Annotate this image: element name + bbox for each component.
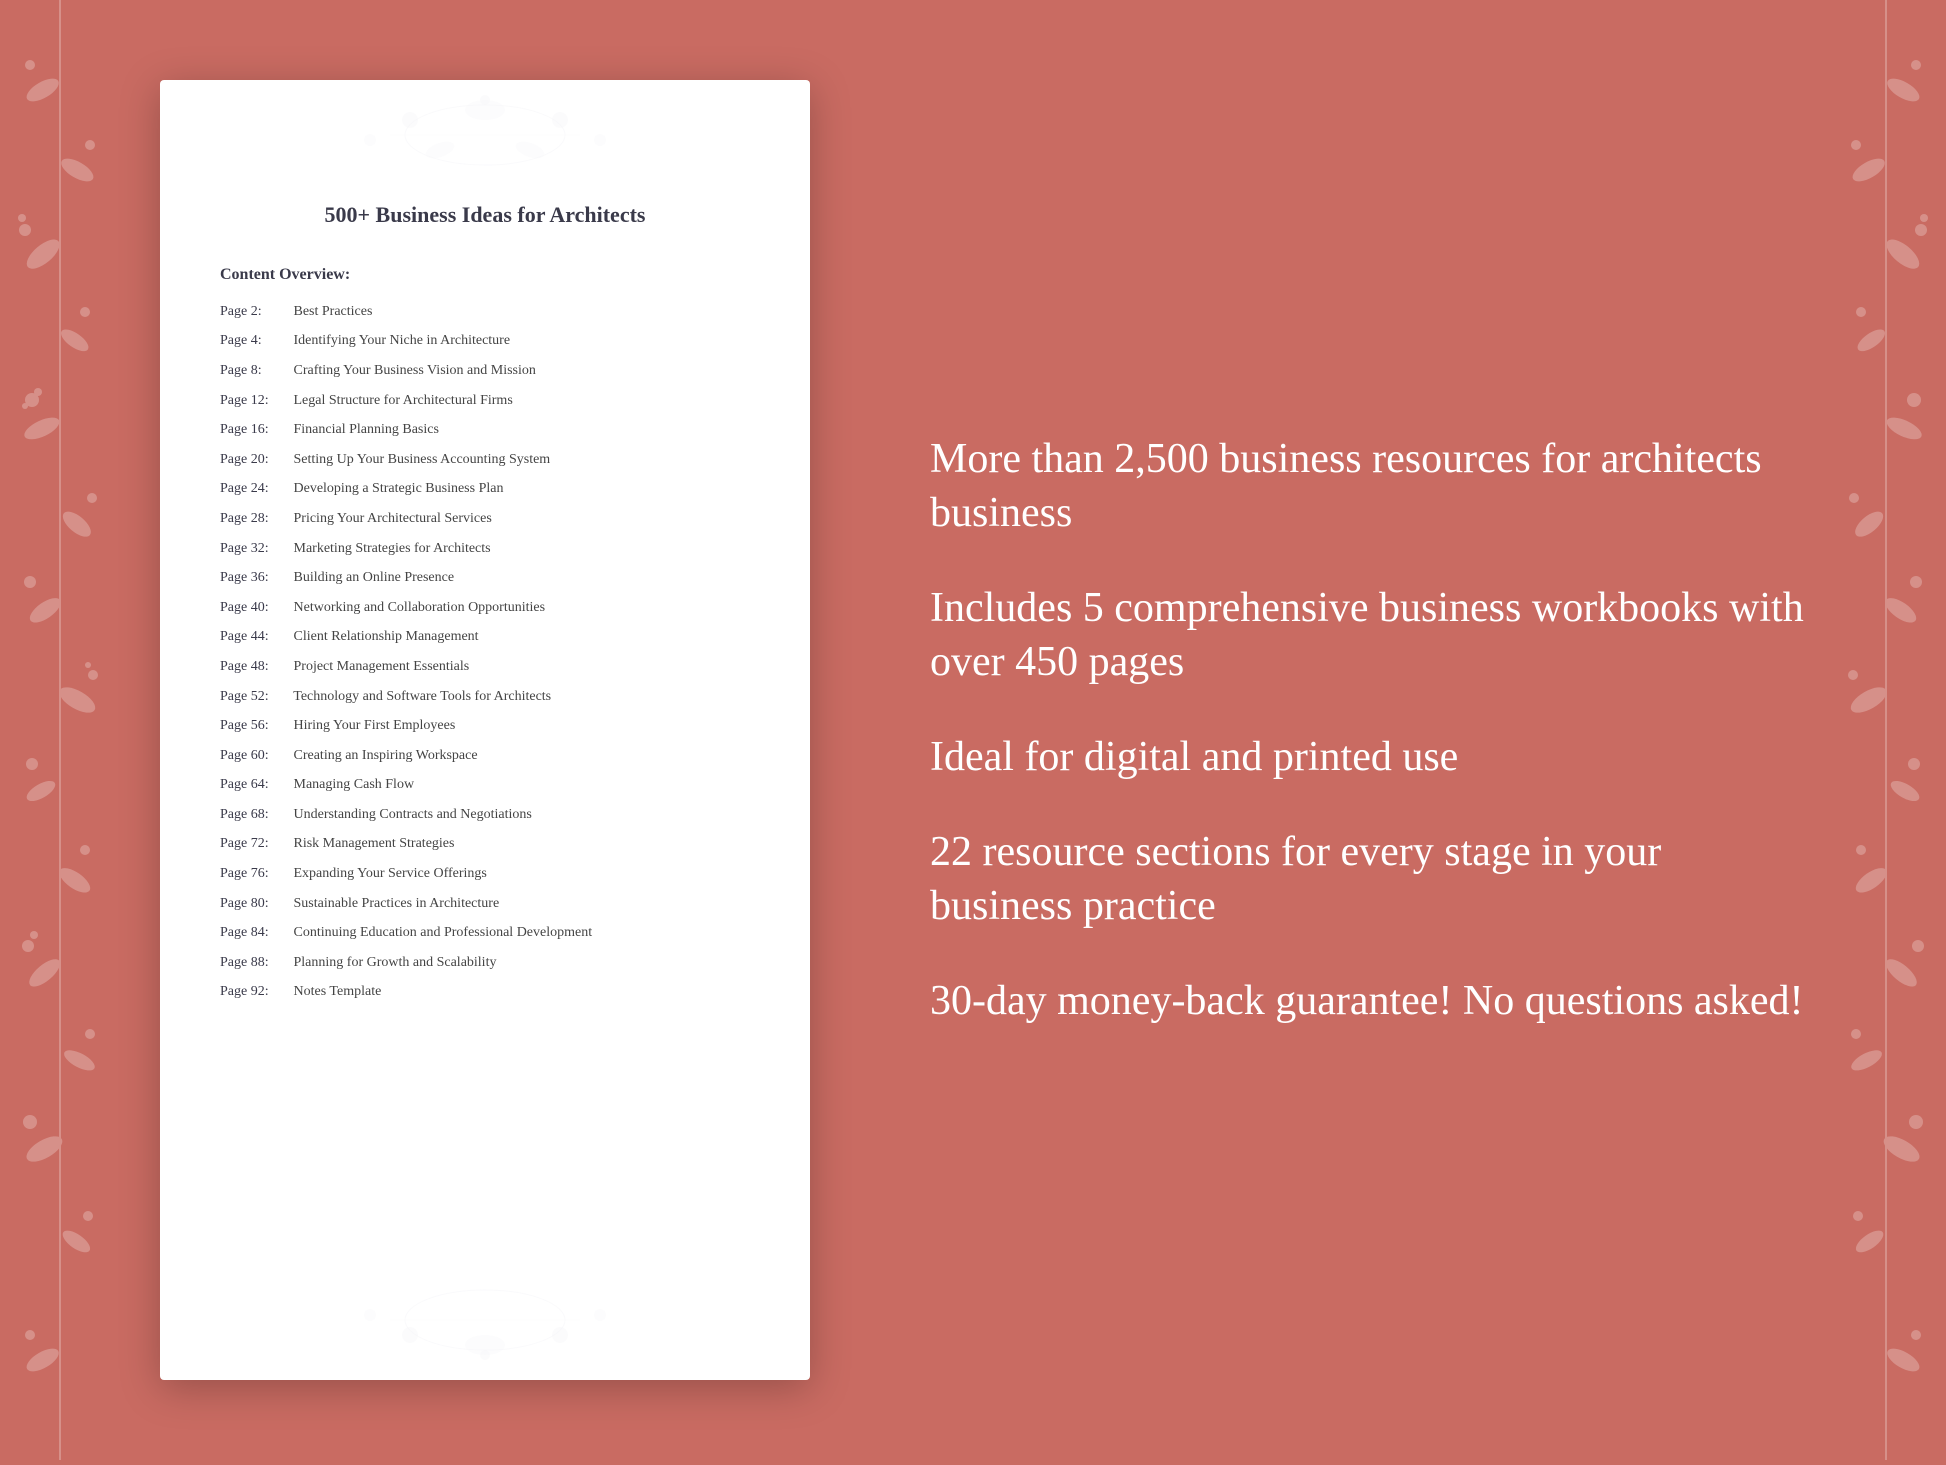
- table-of-contents-item: Page 60: Creating an Inspiring Workspace: [220, 746, 750, 766]
- table-of-contents-item: Page 2: Best Practices: [220, 302, 750, 322]
- content-overview-label: Content Overview:: [220, 266, 750, 284]
- page-number: Page 40:: [220, 598, 290, 618]
- page-number: Page 32:: [220, 539, 290, 559]
- page-number: Page 60:: [220, 746, 290, 766]
- table-of-contents-item: Page 40: Networking and Collaboration Op…: [220, 598, 750, 618]
- topic-label: Continuing Education and Professional De…: [290, 925, 592, 940]
- table-of-contents-item: Page 44: Client Relationship Management: [220, 627, 750, 647]
- topic-label: Pricing Your Architectural Services: [290, 511, 492, 526]
- page-number: Page 24:: [220, 479, 290, 499]
- page-number: Page 84:: [220, 923, 290, 943]
- topic-label: Best Practices: [290, 304, 372, 319]
- topic-label: Expanding Your Service Offerings: [290, 866, 487, 881]
- table-of-contents-item: Page 88: Planning for Growth and Scalabi…: [220, 953, 750, 973]
- page-number: Page 44:: [220, 627, 290, 647]
- page-number: Page 92:: [220, 982, 290, 1002]
- topic-label: Managing Cash Flow: [290, 777, 414, 792]
- table-of-contents-item: Page 72: Risk Management Strategies: [220, 834, 750, 854]
- topic-label: Creating an Inspiring Workspace: [290, 748, 478, 763]
- topic-label: Hiring Your First Employees: [290, 718, 455, 733]
- table-of-contents-item: Page 28: Pricing Your Architectural Serv…: [220, 509, 750, 529]
- table-of-contents-item: Page 76: Expanding Your Service Offering…: [220, 864, 750, 884]
- topic-label: Financial Planning Basics: [290, 422, 439, 437]
- feature-item: Includes 5 comprehensive business workbo…: [930, 581, 1806, 690]
- page-number: Page 16:: [220, 420, 290, 440]
- page-number: Page 48:: [220, 657, 290, 677]
- table-of-contents-item: Page 56: Hiring Your First Employees: [220, 716, 750, 736]
- page-number: Page 52:: [220, 687, 290, 707]
- feature-item: 22 resource sections for every stage in …: [930, 825, 1806, 934]
- page-number: Page 68:: [220, 805, 290, 825]
- topic-label: Planning for Growth and Scalability: [290, 955, 496, 970]
- document-card: 500+ Business Ideas for Architects Conte…: [160, 80, 810, 1380]
- feature-item: Ideal for digital and printed use: [930, 730, 1806, 785]
- doc-floral-top: [310, 90, 660, 185]
- topic-label: Sustainable Practices in Architecture: [290, 896, 499, 911]
- topic-label: Client Relationship Management: [290, 629, 479, 644]
- table-of-contents-item: Page 64: Managing Cash Flow: [220, 775, 750, 795]
- topic-label: Building an Online Presence: [290, 570, 454, 585]
- table-of-contents: Page 2: Best PracticesPage 4: Identifyin…: [220, 302, 750, 1002]
- topic-label: Legal Structure for Architectural Firms: [290, 393, 513, 408]
- page-number: Page 2:: [220, 302, 290, 322]
- table-of-contents-item: Page 32: Marketing Strategies for Archit…: [220, 539, 750, 559]
- topic-label: Technology and Software Tools for Archit…: [290, 689, 551, 704]
- page-number: Page 88:: [220, 953, 290, 973]
- table-of-contents-item: Page 24: Developing a Strategic Business…: [220, 479, 750, 499]
- topic-label: Identifying Your Niche in Architecture: [290, 333, 510, 348]
- page-number: Page 12:: [220, 391, 290, 411]
- main-container: 500+ Business Ideas for Architects Conte…: [0, 0, 1946, 1460]
- topic-label: Networking and Collaboration Opportuniti…: [290, 600, 545, 615]
- topic-label: Project Management Essentials: [290, 659, 469, 674]
- page-number: Page 4:: [220, 331, 290, 351]
- page-number: Page 36:: [220, 568, 290, 588]
- table-of-contents-item: Page 84: Continuing Education and Profes…: [220, 923, 750, 943]
- page-number: Page 28:: [220, 509, 290, 529]
- table-of-contents-item: Page 12: Legal Structure for Architectur…: [220, 391, 750, 411]
- feature-item: More than 2,500 business resources for a…: [930, 432, 1806, 541]
- table-of-contents-item: Page 92: Notes Template: [220, 982, 750, 1002]
- page-number: Page 20:: [220, 450, 290, 470]
- topic-label: Understanding Contracts and Negotiations: [290, 807, 532, 822]
- page-number: Page 64:: [220, 775, 290, 795]
- topic-label: Marketing Strategies for Architects: [290, 541, 491, 556]
- table-of-contents-item: Page 52: Technology and Software Tools f…: [220, 687, 750, 707]
- table-of-contents-item: Page 36: Building an Online Presence: [220, 568, 750, 588]
- page-number: Page 76:: [220, 864, 290, 884]
- table-of-contents-item: Page 8: Crafting Your Business Vision an…: [220, 361, 750, 381]
- topic-label: Risk Management Strategies: [290, 836, 454, 851]
- page-number: Page 80:: [220, 894, 290, 914]
- table-of-contents-item: Page 4: Identifying Your Niche in Archit…: [220, 331, 750, 351]
- document-title: 500+ Business Ideas for Architects: [220, 200, 750, 231]
- table-of-contents-item: Page 16: Financial Planning Basics: [220, 420, 750, 440]
- table-of-contents-item: Page 48: Project Management Essentials: [220, 657, 750, 677]
- page-number: Page 56:: [220, 716, 290, 736]
- right-panel: More than 2,500 business resources for a…: [890, 392, 1866, 1069]
- topic-label: Setting Up Your Business Accounting Syst…: [290, 452, 550, 467]
- page-number: Page 8:: [220, 361, 290, 381]
- doc-floral-bottom: [310, 1275, 660, 1370]
- topic-label: Notes Template: [290, 984, 381, 999]
- table-of-contents-item: Page 68: Understanding Contracts and Neg…: [220, 805, 750, 825]
- feature-item: 30-day money-back guarantee! No question…: [930, 974, 1806, 1029]
- topic-label: Crafting Your Business Vision and Missio…: [290, 363, 536, 378]
- table-of-contents-item: Page 20: Setting Up Your Business Accoun…: [220, 450, 750, 470]
- topic-label: Developing a Strategic Business Plan: [290, 481, 503, 496]
- page-number: Page 72:: [220, 834, 290, 854]
- table-of-contents-item: Page 80: Sustainable Practices in Archit…: [220, 894, 750, 914]
